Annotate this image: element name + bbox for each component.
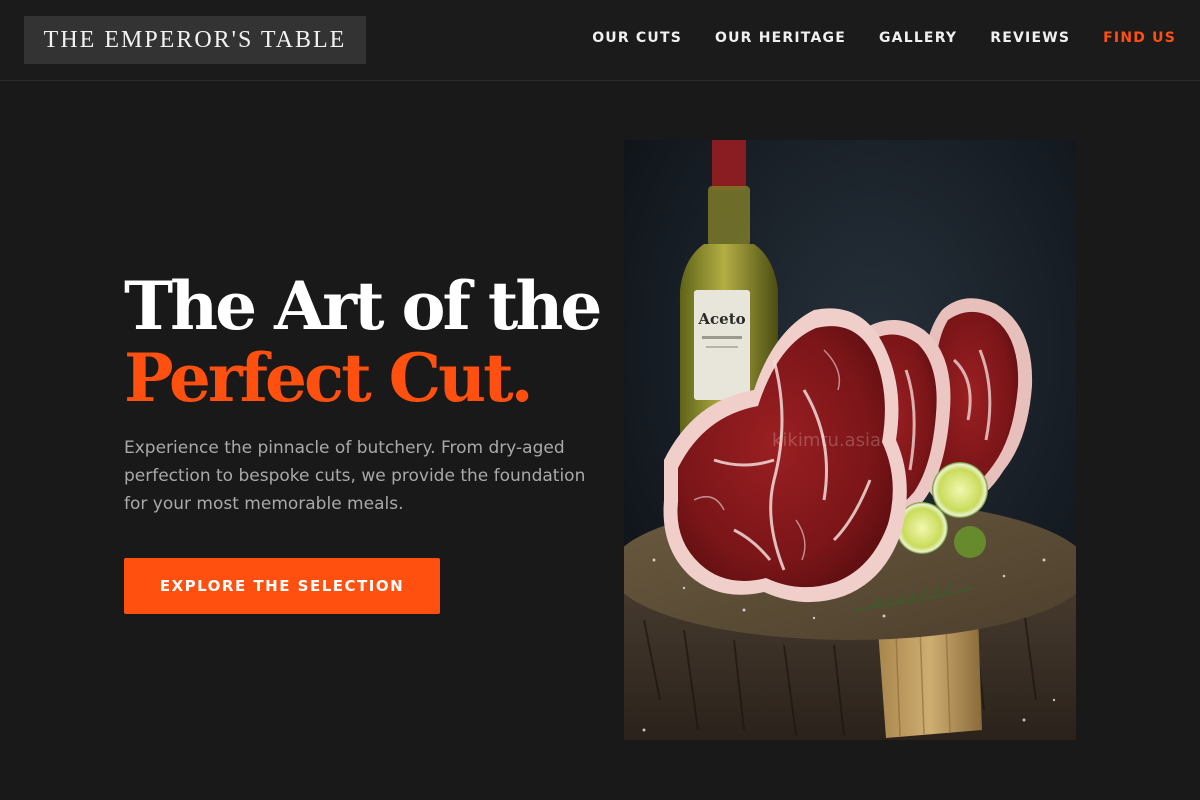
hero-title: The Art of the Perfect Cut.: [124, 270, 614, 414]
hero-title-line-2-accent: Perfect Cut.: [124, 339, 534, 417]
nav-gallery[interactable]: GALLERY: [879, 28, 957, 48]
site-header: THE EMPEROR'S TABLE OUR CUTS OUR HERITAG…: [0, 0, 1200, 81]
nav-find-us[interactable]: FIND US: [1103, 28, 1176, 48]
nav-our-heritage[interactable]: OUR HERITAGE: [715, 28, 846, 48]
hero-description: Experience the pinnacle of butchery. Fro…: [124, 438, 586, 514]
nav-reviews[interactable]: REVIEWS: [990, 28, 1070, 48]
hero-steak-image: Aceto kikimtu.asia: [624, 140, 1076, 740]
site-logo[interactable]: THE EMPEROR'S TABLE: [24, 16, 366, 64]
bottle-label-text: Aceto: [697, 310, 745, 328]
nav-our-cuts[interactable]: OUR CUTS: [592, 28, 682, 48]
steak-photo-illustration: Aceto: [624, 140, 1076, 740]
explore-selection-button[interactable]: EXPLORE THE SELECTION: [124, 558, 440, 614]
main-nav: OUR CUTS OUR HERITAGE GALLERY REVIEWS FI…: [592, 28, 1176, 48]
hero-title-line-1: The Art of the: [124, 267, 602, 345]
